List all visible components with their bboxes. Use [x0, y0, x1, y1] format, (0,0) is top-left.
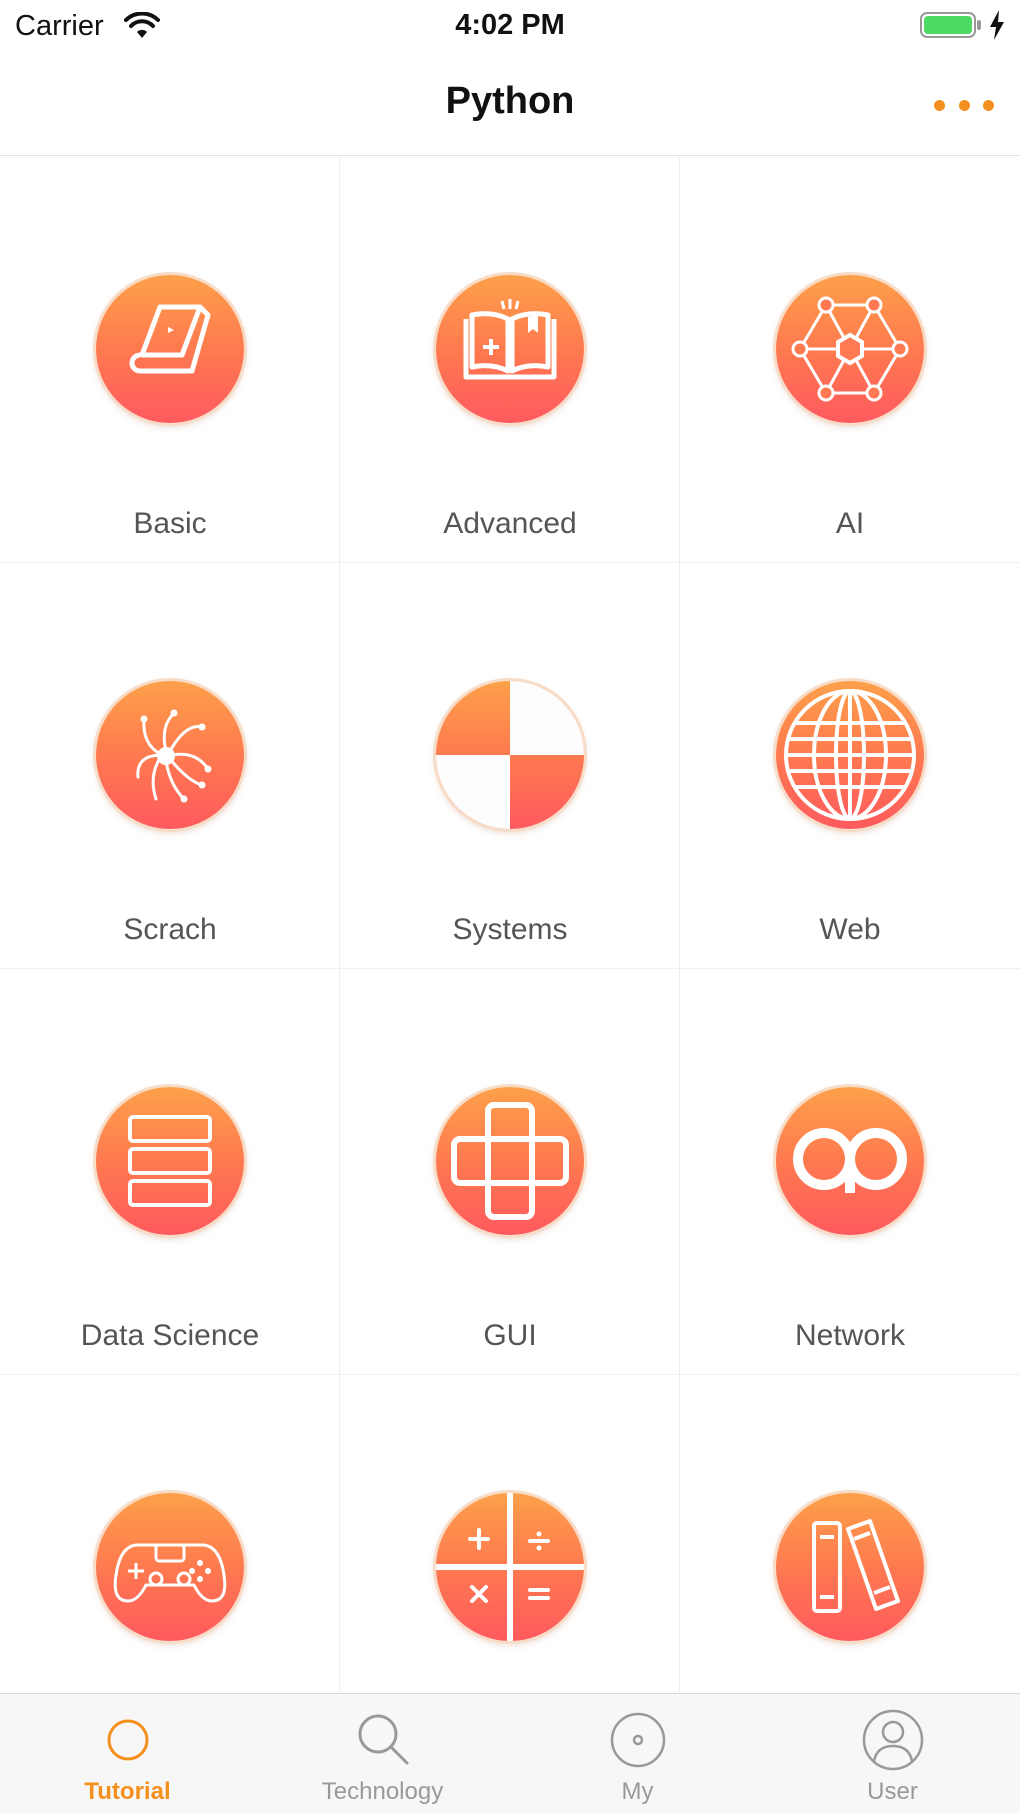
category-label: Systems: [452, 913, 568, 946]
category-ai[interactable]: AI: [680, 157, 1020, 563]
category-library[interactable]: [680, 1375, 1020, 1693]
circle-icon: [107, 1719, 149, 1761]
tab-tutorial[interactable]: Tutorial: [0, 1694, 255, 1813]
tab-my[interactable]: My: [510, 1694, 765, 1813]
category-systems[interactable]: Systems: [340, 563, 680, 969]
tab-user[interactable]: User: [765, 1694, 1020, 1813]
gamepad-icon: [96, 1493, 244, 1641]
page-title: Python: [445, 80, 575, 122]
ellipsis-icon: [958, 99, 970, 111]
battery-icon: [920, 12, 981, 38]
books-icon: [776, 1493, 924, 1641]
navigation-bar: Python: [0, 52, 1020, 156]
category-label: Scrach: [123, 913, 217, 946]
category-data-science[interactable]: Data Science: [0, 969, 340, 1375]
category-label: Network: [794, 1319, 906, 1352]
category-web[interactable]: Web: [680, 563, 1020, 969]
user-icon: [862, 1709, 924, 1771]
linked-rings-icon: [776, 1087, 924, 1235]
category-calculator[interactable]: [340, 1375, 680, 1693]
tab-label: My: [621, 1778, 654, 1805]
more-options-button[interactable]: [934, 88, 994, 122]
category-games[interactable]: [0, 1375, 340, 1693]
category-label: Advanced: [443, 507, 577, 540]
category-network[interactable]: Network: [680, 969, 1020, 1375]
search-icon: [358, 1714, 409, 1765]
category-grid: Basic Advanced AI Scrach Systems Web Dat…: [0, 157, 1020, 1693]
disc-icon: [610, 1712, 666, 1768]
category-advanced[interactable]: Advanced: [340, 157, 680, 563]
tab-label: User: [867, 1778, 918, 1805]
category-label: AI: [835, 507, 865, 540]
globe-icon: [776, 681, 924, 829]
ellipsis-icon: [934, 99, 945, 111]
app-screen: Carrier 4:02 PM Python Basic Advanced AI…: [0, 0, 1020, 1813]
tab-bar: Tutorial Technology My User: [0, 1693, 1020, 1813]
category-label: Data Science: [80, 1319, 260, 1352]
category-gui[interactable]: GUI: [340, 969, 680, 1375]
tab-technology[interactable]: Technology: [255, 1694, 510, 1813]
category-label: Basic: [133, 507, 207, 540]
category-label: Web: [819, 913, 881, 946]
quadrant-icon: [436, 681, 584, 829]
ellipsis-icon: [983, 99, 994, 111]
tab-label: Tutorial: [84, 1778, 171, 1805]
status-bar: Carrier 4:02 PM: [0, 0, 1020, 52]
category-label: GUI: [483, 1319, 537, 1352]
spider-icon: [96, 681, 244, 829]
database-stack-icon: [96, 1087, 244, 1235]
tab-label: Technology: [321, 1778, 444, 1805]
network-nodes-icon: [776, 275, 924, 423]
notebook-icon: [96, 275, 244, 423]
charging-bolt-icon: [990, 10, 1004, 40]
category-scrach[interactable]: Scrach: [0, 563, 340, 969]
overlapping-squares-icon: [436, 1087, 584, 1235]
category-basic[interactable]: Basic: [0, 157, 340, 563]
status-time: 4:02 PM: [455, 9, 565, 41]
calculator-icon: [436, 1493, 584, 1641]
open-book-icon: [436, 275, 584, 423]
